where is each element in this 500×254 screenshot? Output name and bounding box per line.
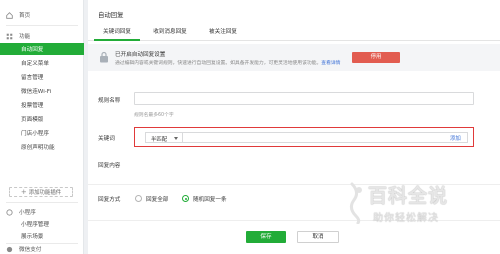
sidebar-home[interactable]: 首页 [0,9,84,21]
reply-mode-label: 回复方式 [98,197,121,203]
radio-reply-all[interactable] [135,195,142,202]
save-button[interactable]: 保存 [246,231,286,243]
sidebar-item-page-template[interactable]: 页面模版 [0,113,84,125]
sidebar-home-label: 首页 [19,13,31,19]
page-title: 自动回复 [98,11,124,19]
tab-bar: 关键词回复 收到消息回复 被关注回复 [88,27,500,41]
sidebar-section-functions: 功能 [0,30,84,42]
mini-program-icon [6,208,13,216]
sidebar-item-mini-manage[interactable]: 小程序管理 [0,218,84,230]
tab-follow-reply[interactable]: 被关注回复 [200,27,246,41]
sidebar-section-label: 微信支付 [19,247,42,253]
sidebar-item-store-mini[interactable]: 门店小程序 [0,127,84,139]
divider [6,25,78,26]
lock-icon [100,51,108,63]
rule-name-input[interactable] [134,92,474,105]
sidebar-section-mini-program: 小程序 [0,206,84,218]
rule-name-label: 规则名称 [98,98,121,104]
sidebar-item-display-scene[interactable]: 展示场景 [0,230,84,242]
grid-icon [6,33,13,40]
sidebar-item-label: 页面模版 [21,117,44,123]
sidebar-item-message-manage[interactable]: 留言管理 [0,71,84,83]
notice-banner: 已开启自动回复设置 通过编辑内容或关键词规则，快速进行自动回复设置。如具备开发能… [88,44,500,71]
notice-desc: 通过编辑内容或关键词规则，快速进行自动回复设置。如具备开发能力，可更灵活地使用该… [115,59,340,66]
sidebar: 首页 功能 自动回复 自定义菜单 留言管理 微信连Wi-Fi 投票管理 页面模版… [0,0,84,254]
sidebar-item-label: 留言管理 [21,75,44,81]
sidebar-item-label: 门店小程序 [21,131,49,137]
radio-reply-random[interactable] [182,195,189,202]
sidebar-item-original[interactable]: 原创声明功能 [0,141,84,153]
radio-reply-all-label: 回复全部 [146,197,169,203]
radio-reply-random-label: 随机回复一条 [193,197,227,203]
add-plugin-label: 添加功能插件 [28,190,62,196]
keyword-input[interactable] [183,132,468,143]
chevron-down-icon [174,137,178,140]
sidebar-item-wifi[interactable]: 微信连Wi-Fi [0,85,84,97]
watermark-logo-icon [349,182,362,224]
sidebar-item-auto-reply[interactable]: 自动回复 [0,43,84,55]
notice-desc-text: 通过编辑内容或关键词规则，快速进行自动回复设置。如具备开发能力，可更灵活地使用该… [115,61,322,66]
home-icon [6,11,13,19]
sidebar-item-vote[interactable]: 投票管理 [0,99,84,111]
add-keyword-link[interactable]: 添加 [450,134,461,142]
match-mode-value: 半匹配 [151,137,168,143]
tab-keyword-reply[interactable]: 关键词回复 [94,27,140,41]
tab-message-reply[interactable]: 收到消息回复 [144,27,196,41]
watermark-subtitle: 助你轻松解决 [373,213,439,224]
cancel-button[interactable]: 取消 [297,231,339,243]
sidebar-item-custom-menu[interactable]: 自定义菜单 [0,57,84,69]
sidebar-item-label: 自定义菜单 [21,61,49,67]
wechat-pay-icon [6,246,13,253]
match-mode-select[interactable]: 半匹配 [145,132,183,143]
divider [6,202,78,203]
sidebar-section-label: 小程序 [19,210,36,216]
notice-title: 已开启自动回复设置 [115,52,166,58]
keyword-label: 关键词 [98,136,115,142]
rule-name-hint: 规则名最多60个字 [134,113,174,118]
plus-icon: + [20,187,27,196]
sidebar-item-label: 展示场景 [21,234,44,240]
details-link[interactable]: 查看详情 [321,61,340,66]
add-plugin-button[interactable]: + 添加功能插件 [9,187,73,197]
sidebar-item-label: 投票管理 [21,103,44,109]
watermark-title: 百科全说 [368,185,449,207]
reply-content-label: 回复内容 [98,163,121,169]
sidebar-item-label: 小程序管理 [21,222,49,228]
sidebar-section-wechat-pay: 微信支付 [0,243,84,254]
disable-button[interactable]: 停用 [352,52,400,63]
sidebar-item-label: 微信连Wi-Fi [21,89,52,95]
sidebar-section-label: 功能 [19,34,31,40]
sidebar-item-label: 原创声明功能 [21,145,55,151]
sidebar-item-label: 自动回复 [21,47,44,53]
